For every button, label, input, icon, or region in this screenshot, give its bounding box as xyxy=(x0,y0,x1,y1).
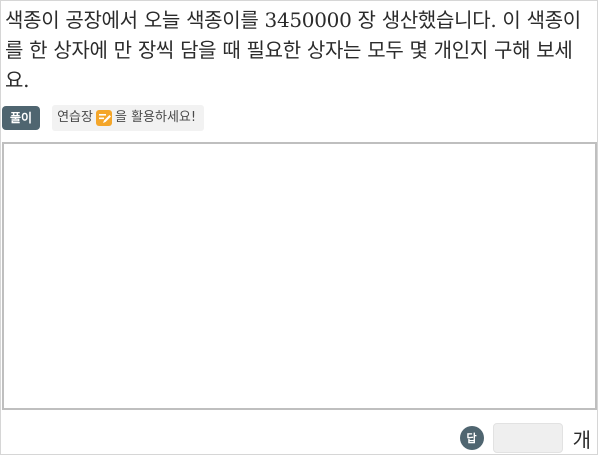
problem-card: 색종이 공장에서 오늘 색종이를 3450000 장 생산했습니다. 이 색종이… xyxy=(0,0,598,455)
workpad-hint: 연습장 을 활용하세요! xyxy=(52,105,205,131)
answer-badge: 답 xyxy=(459,426,484,450)
toolbar: 풀이 연습장 을 활용하세요! xyxy=(2,105,205,131)
hint-suffix: 을 활용하세요! xyxy=(114,110,197,125)
workpad-area[interactable] xyxy=(2,142,597,410)
answer-unit: 개 xyxy=(572,427,591,452)
answer-input[interactable] xyxy=(492,423,563,453)
hint-prefix: 연습장 xyxy=(57,110,93,125)
question-text: 색종이 공장에서 오늘 색종이를 3450000 장 생산했습니다. 이 색종이… xyxy=(5,8,581,92)
answer-row: 답 개 xyxy=(459,422,591,454)
pencil-note-icon xyxy=(95,109,113,127)
solve-button[interactable]: 풀이 xyxy=(2,106,41,130)
